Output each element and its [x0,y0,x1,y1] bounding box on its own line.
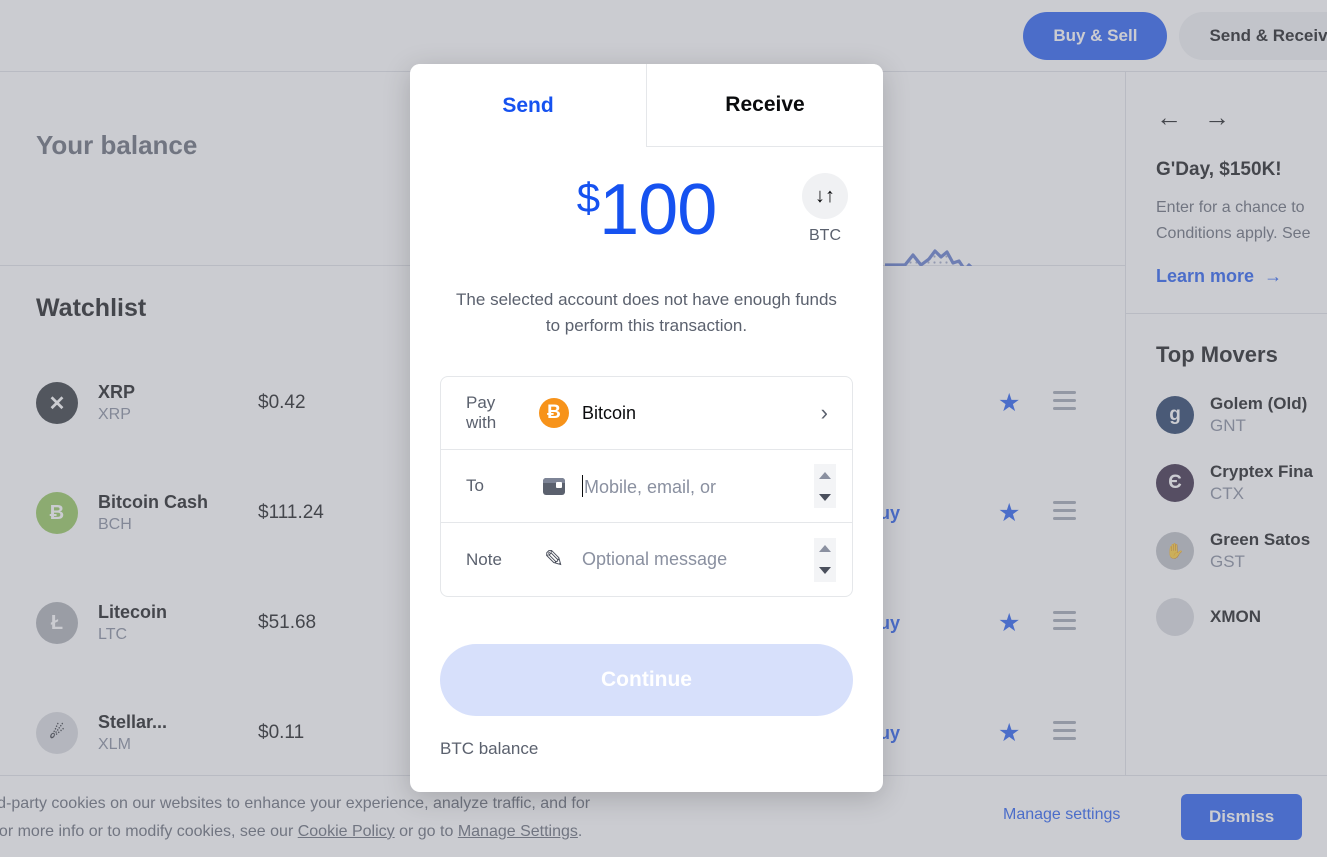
row-menu-icon[interactable] [1053,501,1076,525]
to-placeholder: Mobile, email, or [584,476,717,497]
to-row[interactable]: To Mobile, email, or [441,450,852,523]
coin-symbol: XRP [98,406,131,423]
favorite-star-icon[interactable]: ★ [998,388,1020,418]
note-input[interactable]: Optional message [582,549,727,570]
note-row[interactable]: Note ✎ Optional message [441,523,852,596]
coin-symbol: XLM [98,736,131,753]
note-label: Note [466,549,502,569]
coin-name: XRP [98,382,136,402]
bitcoin-icon: Ƀ [526,398,582,428]
swap-currency-label: BTC [809,227,841,244]
cookie-text-line2-mid: or go to [394,823,458,840]
list-item[interactable]: ✋ Green Satos GST [1126,504,1327,572]
btc-balance-label: BTC balance [440,739,539,758]
swap-currency-icon[interactable]: ↓↑ [802,173,848,219]
send-receive-button[interactable]: Send & Receive [1179,11,1327,60]
coin-icon-bch: Ƀ [36,492,78,534]
modal-tabs: Send Receive [410,64,883,147]
coin-icon-ltc: Ł [36,602,78,644]
row-menu-icon[interactable] [1053,611,1076,635]
coin-name: XMON [1210,607,1261,627]
pay-with-label: Pay with [466,393,497,432]
wallet-icon [526,477,582,495]
learn-more-link[interactable]: Learn more → [1156,266,1327,287]
arrow-right-icon[interactable]: → [1204,102,1252,132]
cookie-policy-link[interactable]: Cookie Policy [298,823,395,840]
favorite-star-icon[interactable]: ★ [998,498,1020,528]
insufficient-funds-message: The selected account does not have enoug… [456,290,837,335]
coin-price: $0.42 [258,392,306,413]
promo-body-line2: Conditions apply. See [1156,224,1311,242]
pay-with-row[interactable]: Pay with Ƀ Bitcoin › [441,377,852,450]
coin-name: Golem (Old) [1210,394,1308,414]
promo-nav-arrows[interactable]: ←→ [1156,102,1327,133]
continue-button[interactable]: Continue [440,644,853,716]
arrow-left-icon[interactable]: ← [1156,102,1204,132]
coin-symbol: CTX [1210,484,1244,504]
send-receive-modal: Send Receive $100 ↓↑ BTC The selected ac… [410,64,883,792]
promo-card: ←→ G'Day, $150K! Enter for a chance to C… [1126,72,1327,315]
coin-price: $0.11 [258,722,305,743]
coin-price: $51.68 [258,612,317,633]
balance-title: Your balance [36,130,198,160]
right-sidebar: ←→ G'Day, $150K! Enter for a chance to C… [1125,72,1327,857]
tab-send[interactable]: Send [410,64,646,147]
send-form: Pay with Ƀ Bitcoin › To Mobile, email, o… [440,376,853,597]
promo-title: G'Day, $150K! [1156,159,1282,180]
amount-value: 100 [599,170,717,250]
coin-name: Bitcoin Cash [98,492,209,512]
coin-icon-xmon [1156,598,1194,637]
list-item[interactable]: g Golem (Old) GNT [1126,368,1327,436]
coin-icon-ctx: Є [1156,464,1194,503]
top-movers-title: Top Movers [1156,342,1278,368]
coin-name: Stellar... [98,712,168,732]
coin-icon-gnt: g [1156,396,1194,435]
currency-symbol: $ [576,174,600,221]
manage-settings-button[interactable]: Manage settings [1003,806,1120,824]
coin-symbol: LTC [98,626,128,643]
amount-section: $100 ↓↑ BTC [410,147,883,287]
list-item[interactable]: XMON [1126,572,1327,637]
promo-body-line1: Enter for a chance to [1156,199,1305,216]
coin-icon-xlm: ☄ [36,712,78,754]
note-stepper[interactable] [814,537,836,582]
coin-price: $111.24 [258,502,324,523]
manage-settings-link[interactable]: Manage Settings [458,823,578,840]
cookie-text-line1: own and third-party cookies on our websi… [0,795,591,812]
coin-symbol: GNT [1210,416,1246,436]
row-menu-icon[interactable] [1053,391,1076,415]
favorite-star-icon[interactable]: ★ [998,718,1020,748]
coin-symbol: GST [1210,552,1245,572]
to-label: To [466,476,484,495]
list-item[interactable]: Є Cryptex Fina CTX [1126,436,1327,504]
cookie-banner-text: own and third-party cookies on our websi… [0,790,830,846]
chevron-right-icon[interactable]: › [821,400,828,426]
row-menu-icon[interactable] [1053,721,1076,745]
app-header: Buy & Sell Send & Receive [0,0,1327,72]
cookie-text-line2-pre: marketing. For more info or to modify co… [0,823,294,840]
buy-sell-button[interactable]: Buy & Sell [1023,11,1168,60]
arrow-right-icon: → [1264,266,1283,287]
cookie-text-line2-end: . [577,823,583,840]
watchlist-title: Watchlist [36,294,147,322]
dismiss-button[interactable]: Dismiss [1181,794,1303,840]
coin-icon-xrp: ✕ [36,382,78,424]
pay-with-value: Bitcoin [582,402,637,423]
tab-receive[interactable]: Receive [646,64,883,147]
coin-icon-gst: ✋ [1156,532,1194,571]
coin-name: Cryptex Fina [1210,462,1313,482]
coin-name: Litecoin [98,602,168,622]
to-input[interactable]: Mobile, email, or [582,474,717,498]
favorite-star-icon[interactable]: ★ [998,608,1020,638]
coin-name: Green Satos [1210,530,1311,550]
coin-symbol: BCH [98,516,132,533]
to-stepper[interactable] [814,464,836,508]
pencil-icon: ✎ [543,546,565,573]
